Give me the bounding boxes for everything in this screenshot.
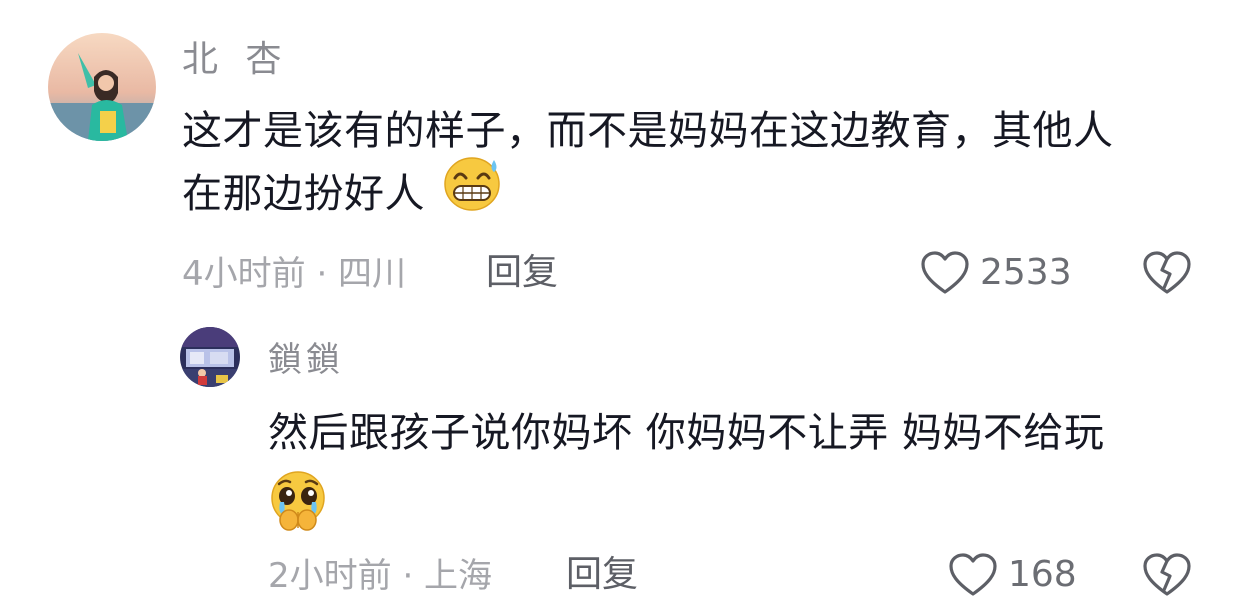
comment-username[interactable]: 北 杏 <box>182 40 289 80</box>
reply-button[interactable]: 回复 <box>566 555 638 595</box>
comment-text: 然后跟孩子说你妈坏 你妈妈不让弄 妈妈不给玩 <box>268 402 1218 550</box>
comment-text-line: 然后跟孩子说你妈坏 你妈妈不让弄 妈妈不给玩 <box>268 410 1105 456</box>
like-count: 168 <box>1008 554 1077 595</box>
comment-text: 这才是该有的样子，而不是妈妈在这边教育，其他人 在那边扮好人 <box>182 100 1212 230</box>
heart-outline-icon[interactable] <box>948 552 998 598</box>
reply-button[interactable]: 回复 <box>486 253 558 293</box>
heart-outline-icon[interactable] <box>920 250 970 296</box>
comment-text-line-2: 在那边扮好人 <box>182 157 1212 230</box>
avatar[interactable] <box>180 327 240 387</box>
broken-heart-icon[interactable] <box>1142 552 1192 598</box>
comment-timestamp-location: 2小时前 · 上海 <box>268 556 493 596</box>
broken-heart-icon[interactable] <box>1142 250 1192 296</box>
comment-text-fragment: 在那边扮好人 <box>182 171 425 217</box>
pleading-face-emoji <box>268 470 328 550</box>
comment-username[interactable]: 鎖鎖 <box>268 340 344 380</box>
comment-timestamp-location: 4小时前 · 四川 <box>182 254 407 294</box>
grinning-sweat-emoji <box>442 156 502 230</box>
like-count: 2533 <box>980 252 1072 293</box>
comment-text-line: 这才是该有的样子，而不是妈妈在这边教育，其他人 <box>182 108 1114 154</box>
avatar[interactable] <box>48 33 156 141</box>
comment-emoji-line <box>268 470 1218 550</box>
